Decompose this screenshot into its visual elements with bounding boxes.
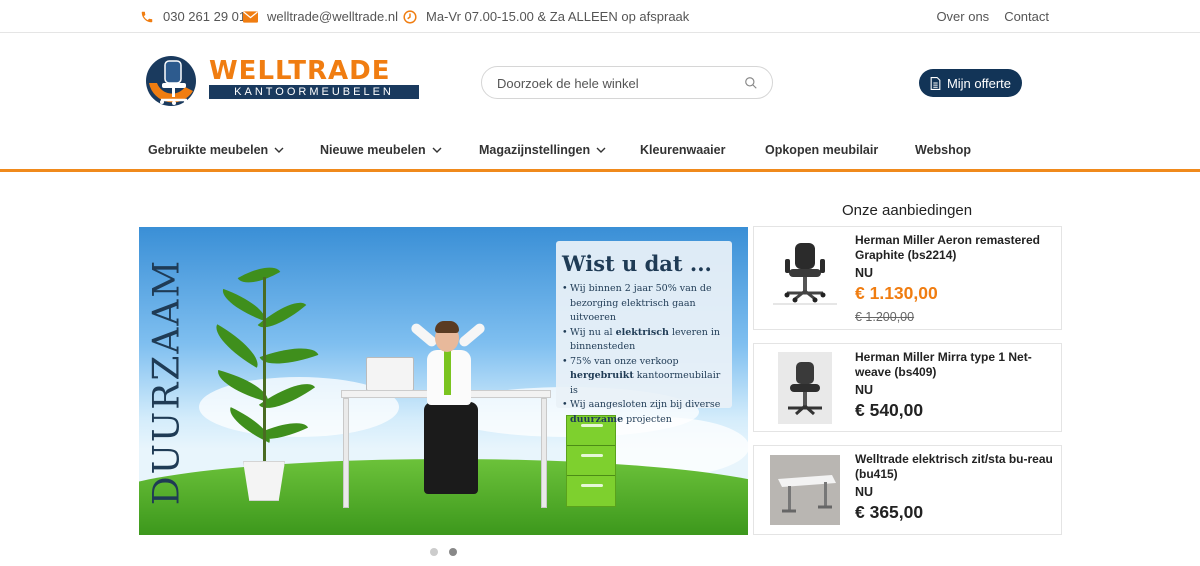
phone-contact[interactable]: 030 261 29 01 <box>140 9 246 24</box>
did-you-know-list: Wij binnen 2 jaar 50% van de bezorging e… <box>562 282 724 427</box>
search-icon[interactable] <box>744 76 758 90</box>
offers-title: Onze aanbiedingen <box>842 202 973 219</box>
nav-label: Webshop <box>915 143 972 157</box>
product-nu-label: NU <box>855 266 874 280</box>
main-nav: Gebruikte meubelen Nieuwe meubelen Magaz… <box>0 128 1200 172</box>
nav-label: Nieuwe meubelen <box>320 143 426 157</box>
office-chair-icon <box>778 352 832 424</box>
product-old-price: € 1.200,00 <box>855 310 915 324</box>
product-name[interactable]: Herman Miller Mirra type 1 Net-weave (bs… <box>855 350 1055 380</box>
link-contact[interactable]: Contact <box>1004 9 1049 24</box>
list-item: Wij nu al elektrisch leveren in binnenst… <box>562 326 724 355</box>
product-nu-label: NU <box>855 383 874 397</box>
desk-leg <box>541 398 547 508</box>
chevron-down-icon <box>432 147 442 153</box>
offer-card[interactable]: Herman Miller Mirra type 1 Net-weave (bs… <box>753 343 1062 432</box>
person-legs <box>424 402 478 494</box>
desk-icon <box>770 455 840 525</box>
mail-icon <box>243 10 258 23</box>
offer-card[interactable]: Herman Miller Aeron remastered Graphite … <box>753 226 1062 330</box>
product-thumbnail[interactable] <box>770 454 840 526</box>
clock-icon <box>403 9 417 24</box>
nav-item-kleurenwaaier[interactable]: Kleurenwaaier <box>640 143 725 157</box>
email-address: welltrade@welltrade.nl <box>267 9 398 24</box>
nav-item-webshop[interactable]: Webshop <box>915 143 971 157</box>
nav-item-magazijnstellingen[interactable]: Magazijnstellingen <box>479 143 606 157</box>
list-item: Wij binnen 2 jaar 50% van de bezorging e… <box>562 282 724 326</box>
product-price: € 365,00 <box>855 502 924 522</box>
logo-wordmark: WELLTRADE <box>209 56 391 86</box>
laptop-illustration <box>366 357 414 391</box>
office-chair-icon <box>773 243 837 305</box>
slider-dot-2[interactable] <box>449 548 457 556</box>
product-name[interactable]: Welltrade elektrisch zit/sta bu-reau (bu… <box>855 452 1055 482</box>
person-hair <box>435 321 459 333</box>
plant-pot <box>243 461 285 501</box>
nav-item-gebruikte-meubelen[interactable]: Gebruikte meubelen <box>148 143 284 157</box>
search-box <box>481 66 773 99</box>
product-thumbnail[interactable] <box>778 352 832 424</box>
did-you-know-heading: Wist u dat ... <box>562 251 712 276</box>
slider-dot-1[interactable] <box>430 548 438 556</box>
search-input[interactable] <box>497 73 737 93</box>
product-nu-label: NU <box>855 485 874 499</box>
nav-label: Kleurenwaaier <box>640 143 726 157</box>
top-links: Over ons Contact <box>936 9 1049 24</box>
logo-subtitle: KANTOORMEUBELEN <box>209 85 419 99</box>
opening-hours: Ma-Vr 07.00-15.00 & Za ALLEEN op afspraa… <box>403 9 689 24</box>
logo-chair-icon <box>146 56 196 106</box>
phone-number: 030 261 29 01 <box>163 9 247 24</box>
product-price: € 540,00 <box>855 400 924 420</box>
vertical-slogan: DUURZAAM <box>146 239 188 524</box>
my-quote-button[interactable]: Mijn offerte <box>919 69 1022 97</box>
desk-leg <box>343 398 349 508</box>
vertical-slogan-text: DUURZAAM <box>146 258 188 505</box>
my-quote-label: Mijn offerte <box>946 75 1012 91</box>
slider-dots <box>430 548 457 556</box>
document-icon <box>930 76 941 90</box>
hero-banner[interactable]: DUURZAAM Wist u dat ... Wij binnen 2 jaa… <box>139 227 748 535</box>
offer-card[interactable]: Welltrade elektrisch zit/sta bu-reau (bu… <box>753 445 1062 535</box>
nav-label: Magazijnstellingen <box>479 143 591 157</box>
product-name[interactable]: Herman Miller Aeron remastered Graphite … <box>855 233 1055 263</box>
link-over-ons[interactable]: Over ons <box>936 9 989 24</box>
product-thumbnail[interactable] <box>770 235 840 307</box>
product-price: € 1.130,00 <box>855 283 938 303</box>
green-cabinet-illustration <box>566 415 616 507</box>
list-item: 75% van onze verkoop hergebruikt kantoor… <box>562 355 724 399</box>
chevron-down-icon <box>274 147 284 153</box>
list-item: Wij aangesloten zijn bij diverse duurzam… <box>562 398 724 427</box>
nav-item-nieuwe-meubelen[interactable]: Nieuwe meubelen <box>320 143 442 157</box>
nav-label: Opkopen meubilair <box>765 143 879 157</box>
chevron-down-icon <box>596 147 606 153</box>
person-tie <box>444 351 451 395</box>
logo[interactable]: WELLTRADE KANTOORMEUBELEN <box>145 53 425 109</box>
did-you-know-box: Wist u dat ... Wij binnen 2 jaar 50% van… <box>556 241 732 425</box>
email-contact[interactable]: welltrade@welltrade.nl <box>243 9 398 24</box>
nav-item-opkopen-meubilair[interactable]: Opkopen meubilair <box>765 143 878 157</box>
phone-icon <box>141 11 153 22</box>
person-arm <box>457 321 487 349</box>
top-bar: 030 261 29 01 welltrade@welltrade.nl Ma-… <box>0 0 1200 33</box>
hours-text: Ma-Vr 07.00-15.00 & Za ALLEEN op afspraa… <box>426 9 690 24</box>
nav-label: Gebruikte meubelen <box>148 143 269 157</box>
